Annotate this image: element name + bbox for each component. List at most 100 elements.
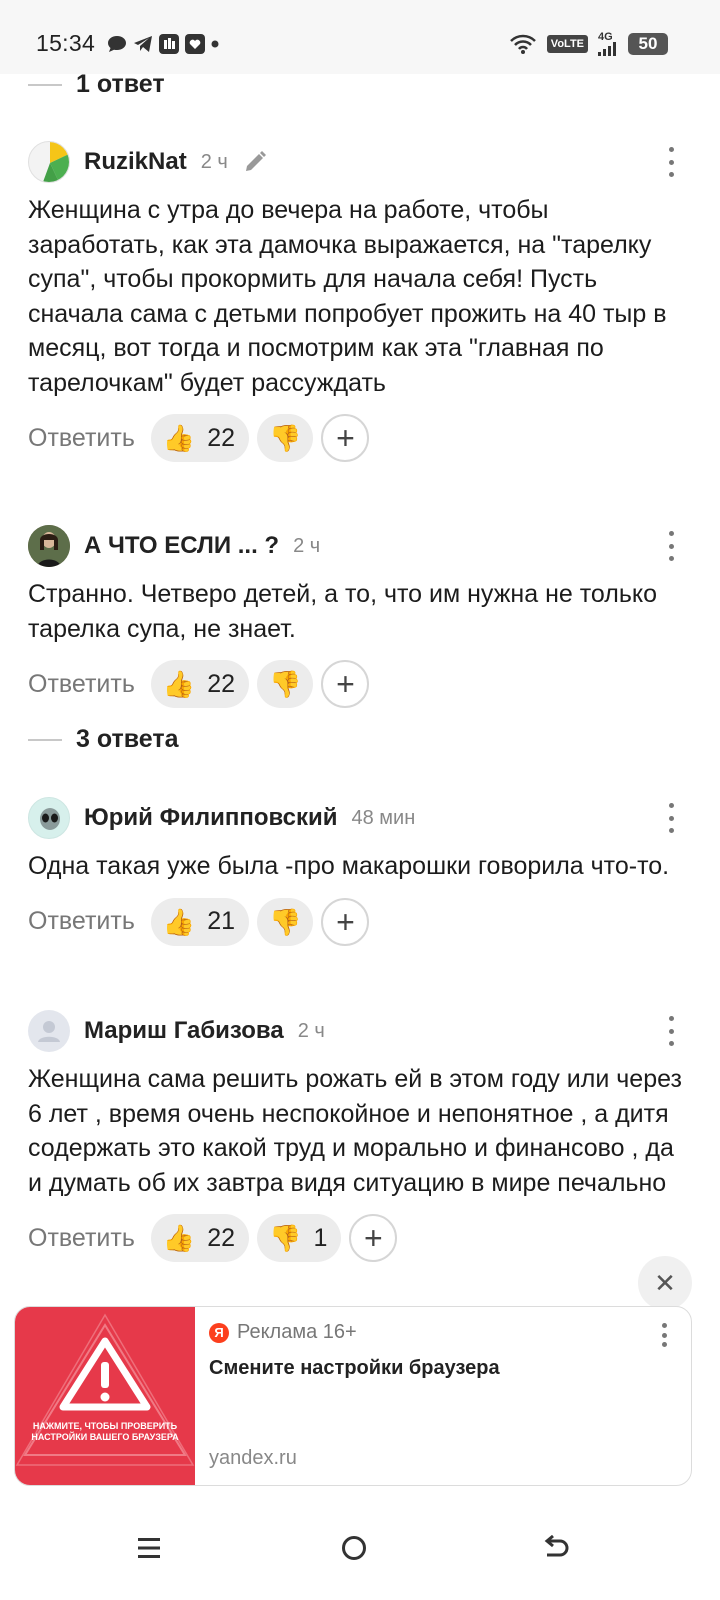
- thread-replies-count: 1 ответ: [76, 70, 165, 98]
- telegram-icon: [134, 36, 152, 52]
- status-bar: 15:34 VoLTE 4G 50: [0, 0, 720, 74]
- comment-author[interactable]: А ЧТО ЕСЛИ ... ?: [84, 532, 279, 560]
- back-icon: [544, 1535, 569, 1557]
- ad-image-text: Нажмите, чтобы проверить настройки вашег…: [31, 1421, 179, 1442]
- add-reaction-button[interactable]: +: [321, 414, 370, 462]
- reply-button[interactable]: Ответить: [28, 424, 135, 453]
- add-reaction-button[interactable]: +: [349, 1214, 398, 1262]
- comment-text: Женщина с утра до вечера на работе, чтоб…: [28, 196, 667, 397]
- status-time: 15:34: [36, 30, 96, 56]
- thumbs-down-icon: 👎: [269, 1223, 302, 1253]
- comment: А ЧТО ЕСЛИ ... ? 2 ч Странно. Четверо де…: [28, 525, 692, 708]
- home-button[interactable]: [324, 1518, 384, 1578]
- more-options-icon[interactable]: [668, 1016, 674, 1046]
- reply-button[interactable]: Ответить: [28, 670, 135, 699]
- comment-actions: Ответить 👍 22 👎 1 +: [28, 1214, 692, 1262]
- comment: Юрий Филипповский 48 мин Одна такая уже …: [28, 797, 692, 946]
- ad-label-text: Реклама 16+: [237, 1321, 357, 1343]
- add-reaction-button[interactable]: +: [321, 897, 370, 946]
- network-type: 4G: [598, 31, 613, 43]
- recent-apps-button[interactable]: [120, 1518, 180, 1578]
- thread-line: [28, 738, 62, 741]
- comment-time: 2 ч: [297, 1019, 325, 1042]
- reply-button[interactable]: Ответить: [28, 1224, 135, 1253]
- ad-title[interactable]: Смените настройки браузера: [209, 1357, 500, 1380]
- thumbs-down-icon: 👎: [269, 423, 302, 453]
- like-button[interactable]: 👍 22: [150, 660, 250, 708]
- thread-replies-count: 3 ответа: [76, 725, 179, 753]
- comment-text: Женщина сама решить рожать ей в этом год…: [28, 1065, 682, 1197]
- navigation-bar: [0, 1500, 720, 1600]
- add-reaction-button[interactable]: +: [321, 660, 370, 708]
- comment: RuzikNat 2 ч Женщина с утра до вечера на…: [28, 141, 692, 462]
- comment-actions: Ответить 👍 22 👎 +: [28, 414, 692, 462]
- avatar[interactable]: [28, 525, 70, 567]
- back-button[interactable]: [526, 1518, 586, 1578]
- comment-text: Странно. Четверо детей, а то, что им нуж…: [28, 580, 657, 643]
- signal-icon: 4G: [598, 32, 618, 56]
- yandex-logo-icon: Я: [209, 1322, 229, 1343]
- thread-replies-toggle[interactable]: 3 ответа: [28, 725, 179, 754]
- thumbs-up-icon: 👍: [162, 669, 196, 699]
- comment-time: 2 ч: [293, 534, 321, 557]
- like-count: 22: [207, 1223, 236, 1252]
- comment-actions: Ответить 👍 21 👎 +: [28, 897, 692, 946]
- avatar[interactable]: [28, 1010, 70, 1052]
- more-options-icon[interactable]: [668, 803, 674, 833]
- comment-text: Одна такая уже была -про макарошки говор…: [28, 852, 670, 880]
- comment-header: Юрий Филипповский 48 мин: [28, 797, 692, 839]
- dislike-button[interactable]: 👎: [257, 660, 314, 708]
- comment: Мариш Габизова 2 ч Женщина сама решить р…: [28, 1010, 692, 1262]
- like-count: 21: [207, 907, 236, 935]
- thumbs-down-icon: 👎: [269, 669, 302, 699]
- like-button[interactable]: 👍 21: [150, 897, 250, 946]
- menu-icon: [138, 1538, 160, 1558]
- reply-button[interactable]: Ответить: [28, 907, 135, 936]
- comment-time: 2 ч: [200, 150, 228, 173]
- close-ad-button[interactable]: ✕: [638, 1256, 692, 1310]
- chat-icon: [108, 36, 126, 52]
- wifi-icon: [509, 34, 536, 54]
- comment-time: 48 мин: [351, 806, 416, 829]
- ad-banner[interactable]: Нажмите, чтобы проверить настройки вашег…: [14, 1306, 692, 1486]
- ad-label: Я Реклама 16+: [209, 1321, 357, 1344]
- system-icons: VoLTE 4G 50: [509, 32, 668, 56]
- ad-more-options-icon[interactable]: [661, 1323, 667, 1347]
- thumbs-down-icon: 👎: [269, 906, 302, 937]
- more-options-icon[interactable]: [668, 531, 674, 561]
- comment-header: Мариш Габизова 2 ч: [28, 1010, 692, 1052]
- like-button[interactable]: 👍 22: [150, 414, 250, 462]
- pencil-icon: [245, 151, 266, 171]
- dislike-count: 1: [313, 1223, 328, 1252]
- thumbs-up-icon: 👍: [162, 906, 196, 937]
- avatar[interactable]: [28, 797, 70, 839]
- like-button[interactable]: 👍 22: [150, 1214, 250, 1262]
- comment-author[interactable]: Мариш Габизова: [84, 1017, 284, 1045]
- dislike-button[interactable]: 👎: [257, 414, 314, 462]
- ad-image[interactable]: Нажмите, чтобы проверить настройки вашег…: [15, 1307, 195, 1485]
- comment-author[interactable]: RuzikNat: [84, 148, 187, 176]
- like-count: 22: [207, 423, 236, 452]
- comment-header: RuzikNat 2 ч: [28, 141, 692, 183]
- ad-domain[interactable]: yandex.ru: [209, 1447, 297, 1470]
- app-icon: [159, 34, 179, 54]
- like-count: 22: [207, 669, 236, 698]
- thread-line: [28, 83, 62, 86]
- battery-indicator: 50: [628, 33, 668, 55]
- dislike-button[interactable]: 👎: [257, 897, 314, 946]
- thread-replies-toggle[interactable]: 1 ответ: [28, 70, 165, 99]
- home-circle-icon: [342, 1536, 366, 1560]
- warning-icon: [15, 1313, 195, 1466]
- volte-badge: VoLTE: [546, 35, 588, 53]
- avatar[interactable]: [28, 141, 70, 183]
- comment-author[interactable]: Юрий Филипповский: [84, 804, 338, 832]
- gallery-icon: [185, 34, 205, 54]
- comment-header: А ЧТО ЕСЛИ ... ? 2 ч: [28, 525, 692, 567]
- comment-actions: Ответить 👍 22 👎 +: [28, 660, 692, 708]
- more-options-icon[interactable]: [668, 147, 674, 177]
- notification-icons: [106, 33, 220, 55]
- thumbs-up-icon: 👍: [162, 1223, 196, 1253]
- dislike-button[interactable]: 👎 1: [257, 1214, 342, 1262]
- thumbs-up-icon: 👍: [162, 423, 196, 453]
- dot-icon: [211, 40, 219, 48]
